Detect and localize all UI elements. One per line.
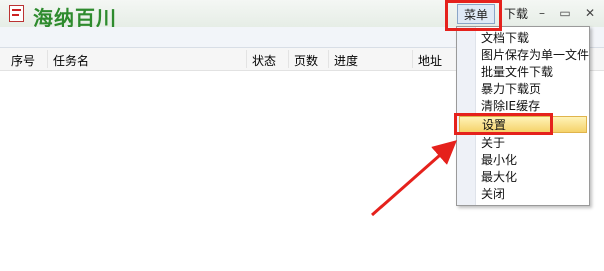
pointer-arrow-icon [371, 140, 458, 217]
